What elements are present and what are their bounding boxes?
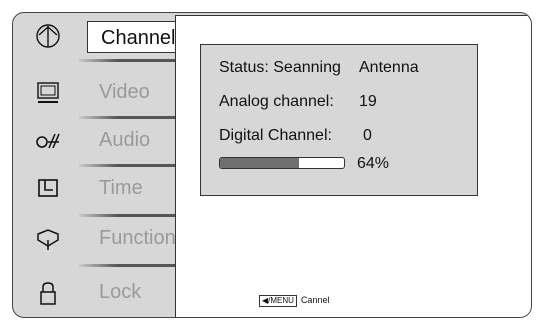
- status-label: Status: Seanning: [219, 59, 341, 76]
- menu-item-label: Lock: [99, 281, 142, 303]
- menu-item-label: Time: [99, 177, 143, 199]
- menu-item-function[interactable]: Function: [13, 216, 176, 262]
- menu-item-label: Video: [99, 81, 150, 103]
- menu-item-label: Audio: [99, 129, 151, 151]
- clock-icon: [38, 179, 58, 197]
- audio-icon: [36, 133, 60, 149]
- channel-panel: Status: Seanning Antenna Analog channel:…: [175, 15, 531, 317]
- menu-item-audio[interactable]: Audio: [13, 118, 175, 164]
- menu-key-icon: ◀/MENU: [259, 295, 297, 307]
- function-icon: [37, 229, 59, 250]
- footer-hint-text: Cannel: [300, 295, 330, 305]
- scan-progress-bar: [219, 157, 345, 169]
- menu-divider: [79, 59, 175, 62]
- scan-progress-fill: [220, 158, 300, 168]
- menu-item-time[interactable]: Time: [13, 166, 175, 212]
- digital-channel-label: Digital Channel:: [219, 127, 332, 144]
- digital-channel-value: 0: [363, 127, 372, 144]
- menu-frame: Channel Video Audio Time Function Lock S…: [12, 12, 532, 318]
- lock-icon: [40, 282, 56, 305]
- menu-divider: [79, 264, 175, 267]
- monitor-icon: [37, 82, 59, 103]
- menu-item-lock[interactable]: Lock: [13, 270, 175, 316]
- scan-status-box: Status: Seanning Antenna Analog channel:…: [200, 44, 478, 196]
- analog-channel-label: Analog channel:: [219, 93, 334, 110]
- menu-item-label: Channel: [101, 27, 176, 49]
- scan-progress-percent: 64%: [357, 155, 390, 172]
- analog-channel-value: 19: [359, 93, 377, 110]
- footer-hint: ◀/MENU Cannel: [259, 295, 329, 307]
- menu-item-channel[interactable]: Channel: [13, 13, 179, 59]
- menu-item-video[interactable]: Video: [13, 70, 175, 116]
- status-value: Antenna: [359, 59, 419, 76]
- menu-item-label: Function: [99, 227, 176, 249]
- antenna-icon: [36, 24, 60, 48]
